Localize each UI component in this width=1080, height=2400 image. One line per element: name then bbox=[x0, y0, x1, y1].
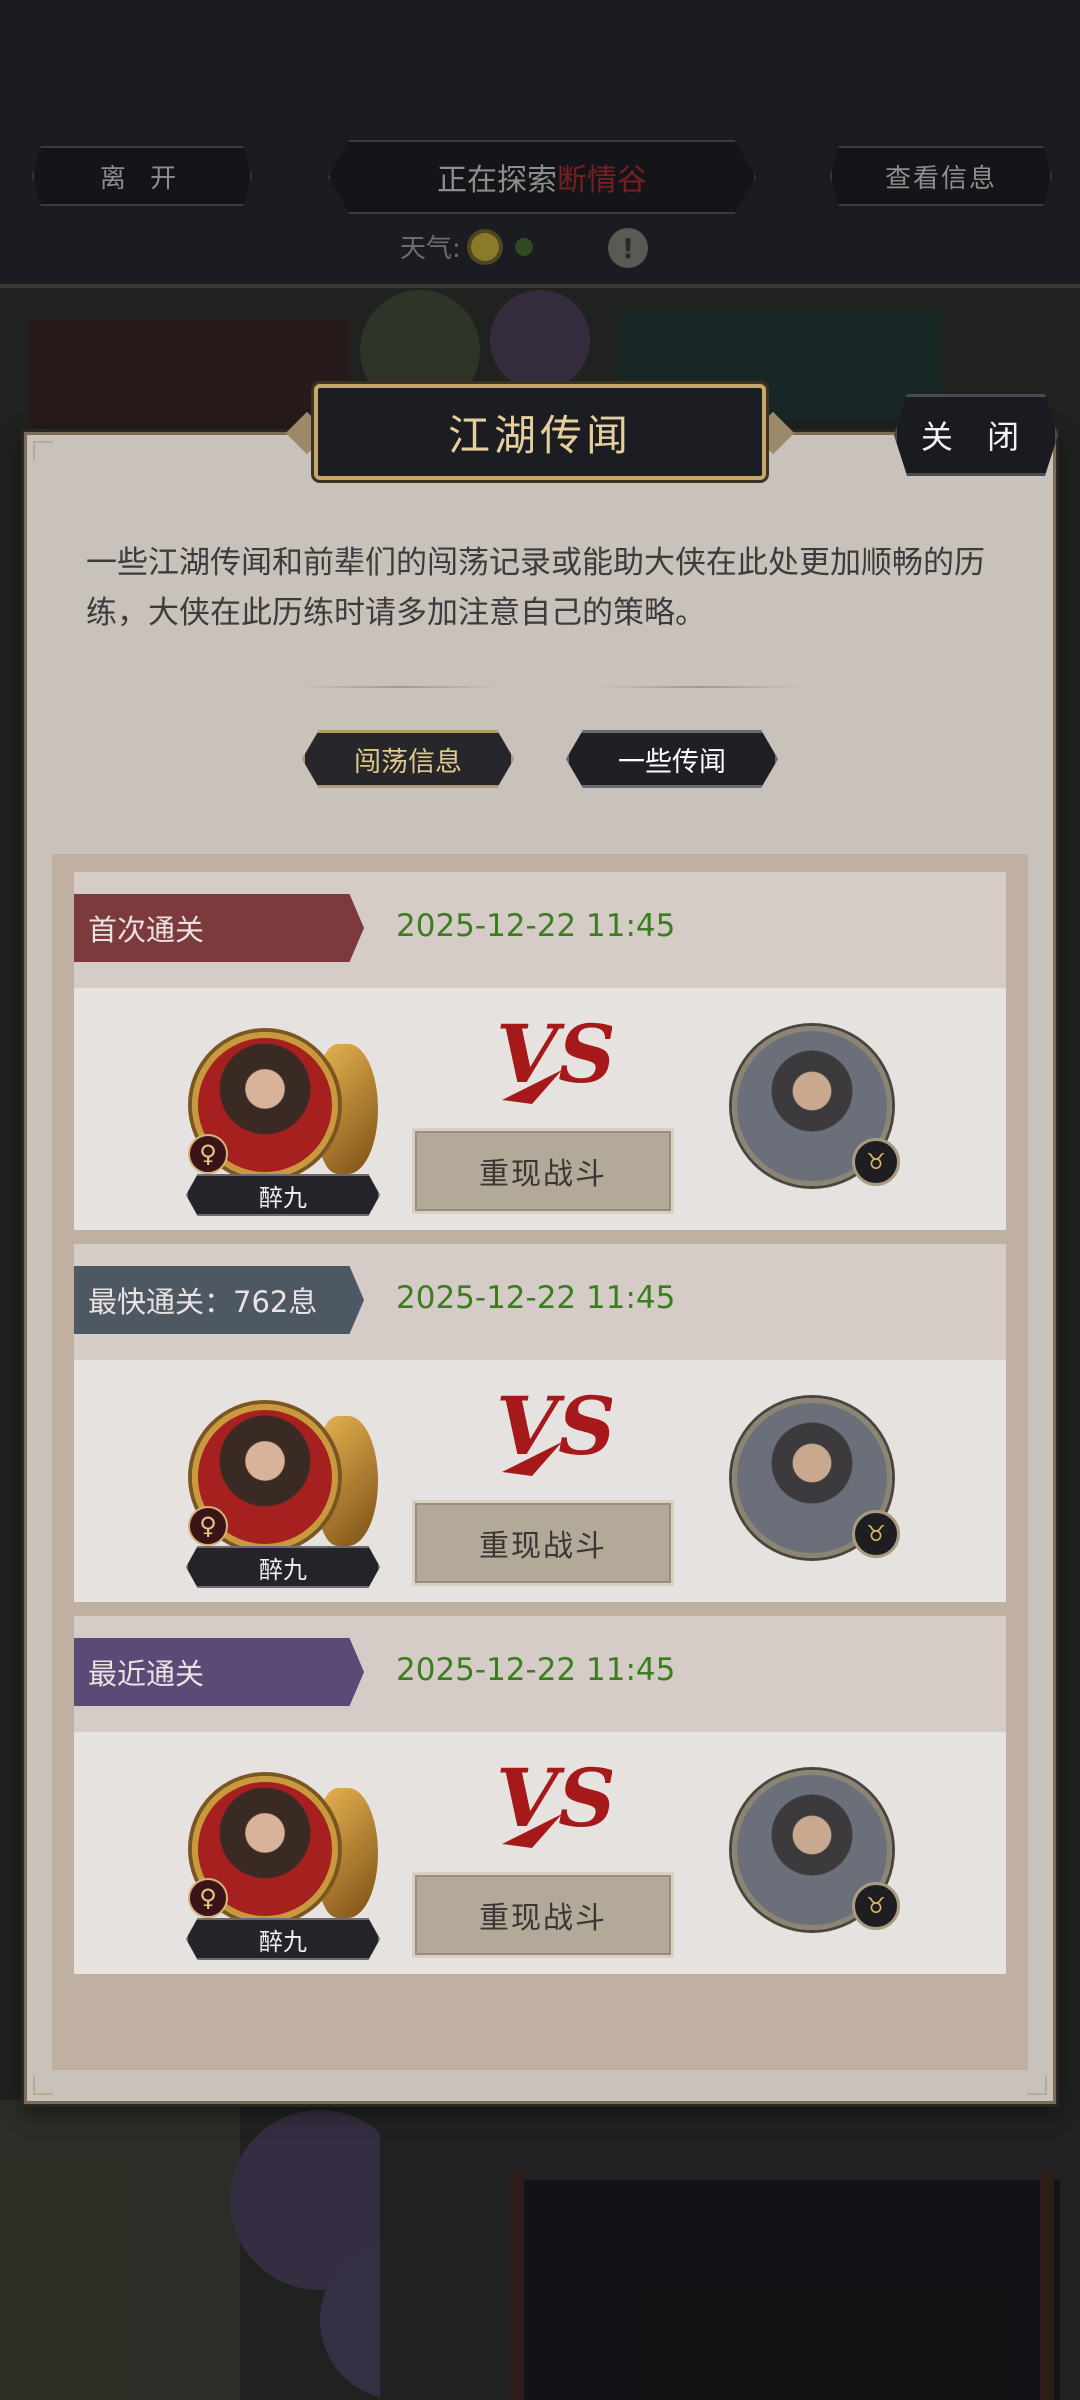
record-header: 首次通关 2025-12-22 11:45 bbox=[74, 872, 1006, 988]
record-header: 最快通关：762息 2025-12-22 11:45 bbox=[74, 1244, 1006, 1360]
record-ribbon: 最近通关 bbox=[74, 1638, 364, 1706]
exploring-prefix: 正在探索 bbox=[437, 163, 557, 198]
exploring-location-banner: 正在探索 断情谷 bbox=[328, 140, 756, 214]
ox-icon: ♉ bbox=[852, 1882, 900, 1930]
svg-text:VS: VS bbox=[496, 1379, 612, 1473]
vs-icon: VS bbox=[496, 1379, 612, 1476]
ox-icon: ♉ bbox=[852, 1510, 900, 1558]
hero-avatar[interactable]: ♀ 醉九 bbox=[166, 1768, 380, 1960]
vs-icon: VS bbox=[496, 1007, 612, 1104]
record-date: 2025-12-22 11:45 bbox=[396, 1280, 676, 1316]
tab-adventure-info[interactable]: 闯荡信息 bbox=[302, 730, 514, 788]
hero-avatar[interactable]: ♀ 醉九 bbox=[166, 1396, 380, 1588]
record-card-first-clear: 首次通关 2025-12-22 11:45 ♀ 醉九 VS 重现战斗 ♉ bbox=[74, 872, 1006, 1230]
record-card-fastest-clear: 最快通关：762息 2025-12-22 11:45 ♀ 醉九 VS 重现战斗 … bbox=[74, 1244, 1006, 1602]
replay-battle-button[interactable]: 重现战斗 bbox=[412, 1872, 674, 1958]
record-date: 2025-12-22 11:45 bbox=[396, 1652, 676, 1688]
replay-battle-button[interactable]: 重现战斗 bbox=[412, 1128, 674, 1214]
weather-status-icon bbox=[514, 237, 533, 256]
tab-rumors[interactable]: 一些传闻 bbox=[566, 730, 778, 788]
exclamation-icon[interactable]: ! bbox=[608, 228, 648, 268]
female-gender-icon: ♀ bbox=[188, 1878, 228, 1918]
weather-label: 天气: bbox=[400, 234, 461, 264]
record-ribbon: 首次通关 bbox=[74, 894, 364, 962]
record-body: ♀ 醉九 VS 重现战斗 ♉ bbox=[74, 1360, 1006, 1602]
record-ribbon: 最快通关：762息 bbox=[74, 1266, 364, 1334]
dialog-title: 江湖传闻 bbox=[314, 384, 766, 480]
female-gender-icon: ♀ bbox=[188, 1506, 228, 1546]
divider-right bbox=[600, 686, 800, 688]
record-header: 最近通关 2025-12-22 11:45 bbox=[74, 1616, 1006, 1732]
record-body: ♀ 醉九 VS 重现战斗 ♉ bbox=[74, 1732, 1006, 1974]
close-button[interactable]: 关 闭 bbox=[894, 394, 1058, 476]
svg-text:VS: VS bbox=[496, 1751, 612, 1845]
replay-battle-button[interactable]: 重现战斗 bbox=[412, 1500, 674, 1586]
record-body: ♀ 醉九 VS 重现战斗 ♉ bbox=[74, 988, 1006, 1230]
top-bar: 离 开 正在探索 断情谷 查看信息 天气: ! bbox=[0, 0, 1080, 288]
hero-name: 醉九 bbox=[186, 1918, 380, 1960]
ox-icon: ♉ bbox=[852, 1138, 900, 1186]
record-card-latest-clear: 最近通关 2025-12-22 11:45 ♀ 醉九 VS 重现战斗 ♉ bbox=[74, 1616, 1006, 1974]
hero-name: 醉九 bbox=[186, 1174, 380, 1216]
location-name: 断情谷 bbox=[557, 163, 647, 198]
hero-avatar[interactable]: ♀ 醉九 bbox=[166, 1024, 380, 1216]
sun-icon bbox=[470, 232, 499, 261]
dialog-description: 一些江湖传闻和前辈们的闯荡记录或能助大侠在此处更加顺畅的历练，大侠在此历练时请多… bbox=[86, 545, 985, 631]
vs-icon: VS bbox=[496, 1751, 612, 1848]
record-date: 2025-12-22 11:45 bbox=[396, 908, 676, 944]
divider-left bbox=[300, 686, 500, 688]
hero-name: 醉九 bbox=[186, 1546, 380, 1588]
leave-button[interactable]: 离 开 bbox=[32, 146, 252, 206]
female-gender-icon: ♀ bbox=[188, 1134, 228, 1174]
weather-indicator: 天气: bbox=[400, 228, 533, 265]
view-info-button[interactable]: 查看信息 bbox=[830, 146, 1052, 206]
svg-text:VS: VS bbox=[496, 1007, 612, 1101]
